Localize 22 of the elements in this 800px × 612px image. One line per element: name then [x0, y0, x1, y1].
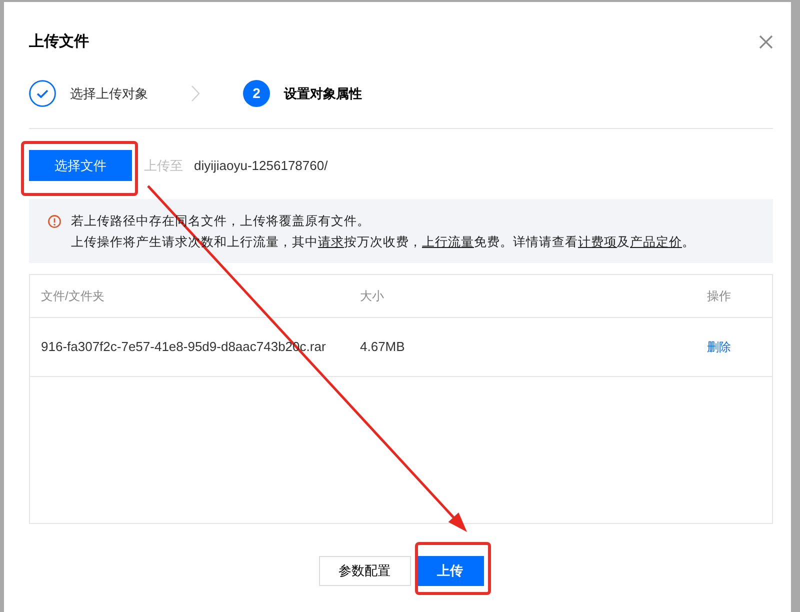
- inline-link[interactable]: 计费项: [578, 235, 617, 249]
- step-label: 设置对象属性: [284, 84, 362, 103]
- step-number: 2: [243, 80, 270, 107]
- inline-link[interactable]: 请求: [318, 235, 344, 249]
- file-size: 4.67MB: [360, 339, 405, 354]
- column-header: 文件/文件夹: [41, 289, 104, 303]
- destination-label: 上传至: [144, 156, 183, 175]
- dialog-title: 上传文件: [29, 33, 89, 51]
- inline-link[interactable]: 产品定价: [630, 235, 682, 249]
- column-header: 操作: [707, 289, 731, 303]
- step-label: 选择上传对象: [70, 84, 148, 103]
- chevron-right-icon: [191, 85, 200, 102]
- warning-icon: [48, 215, 61, 228]
- delete-link[interactable]: 删除: [707, 340, 731, 354]
- destination-path: diyijiaoyu-1256178760/: [194, 156, 328, 175]
- column-header: 大小: [360, 289, 384, 303]
- close-icon: [759, 35, 773, 49]
- upload-button[interactable]: 上传: [416, 556, 484, 586]
- inline-link[interactable]: 上行流量: [422, 235, 474, 249]
- parameter-settings-button[interactable]: 参数配置: [318, 556, 410, 586]
- select-file-button[interactable]: 选择文件: [29, 150, 132, 181]
- close-button[interactable]: [759, 35, 773, 49]
